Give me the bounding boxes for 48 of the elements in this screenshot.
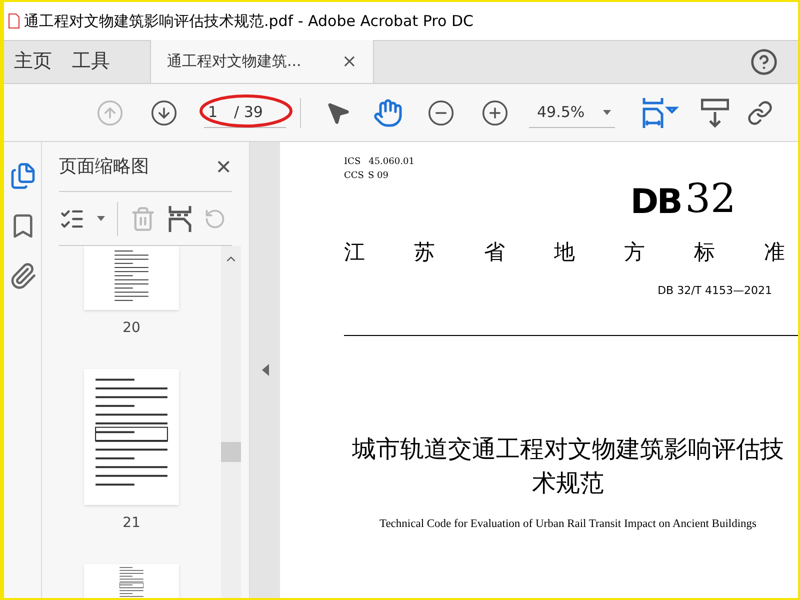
page-thumbnail[interactable] (84, 369, 179, 505)
close-tab-button[interactable]: × (342, 48, 357, 75)
page-count: / 39 (234, 102, 263, 123)
heading-character: 标 (694, 239, 715, 266)
logo-number: 32 (685, 179, 736, 219)
zoom-dropdown[interactable]: 49.5% (529, 98, 615, 128)
paperclip-icon[interactable] (8, 262, 36, 290)
page-number: 21 (122, 514, 140, 533)
hand-icon[interactable] (373, 98, 403, 128)
caret-icon[interactable] (97, 216, 105, 221)
logo-letters: DB (630, 185, 682, 219)
next-page-icon[interactable] (150, 98, 178, 126)
ccs-code: S 09 (368, 170, 388, 182)
pages-icon[interactable] (8, 162, 36, 190)
tab[interactable]: 主页 (4, 40, 62, 83)
heading-character: 江 (344, 239, 365, 266)
scroll-mode-icon[interactable] (701, 98, 729, 128)
document-title: 城市轨道交通工程对文物建筑影响评估技术规范 (351, 434, 785, 499)
document-subtitle: Technical Code for Evaluation of Urban Rail Transit Impact on Ancient Buildings (379, 517, 757, 532)
panel-title: 页面缩略图 (59, 155, 149, 179)
scrollbar-thumb[interactable] (221, 442, 241, 462)
standard-code: DB 32/T 4153—2021 (658, 282, 772, 298)
window-title: 通工程对文物建筑影响评估技术规范.pdf - Adobe Acrobat Pro DC (24, 10, 474, 32)
ics-code: 45.060.01 (368, 156, 414, 169)
tab[interactable]: 工具 (62, 40, 120, 83)
heading-character: 苏 (414, 239, 435, 266)
ics-label: ICS (344, 156, 361, 169)
heading-character: 地 (554, 239, 575, 266)
page-number-field[interactable]: 1 (204, 100, 234, 124)
scrollbar[interactable] (221, 246, 241, 598)
link-icon[interactable] (747, 100, 773, 126)
pdf-file-icon (8, 13, 20, 29)
zoom-out-icon[interactable] (427, 98, 455, 126)
heading-character: 省 (484, 239, 505, 266)
help-icon[interactable] (750, 48, 778, 76)
zoom-in-icon[interactable] (481, 98, 509, 126)
fit-page-icon[interactable] (641, 96, 681, 128)
caret-icon (603, 110, 611, 114)
heading-character: 方 (624, 239, 645, 266)
ccs-label: CCS (344, 170, 364, 182)
page-number: 20 (122, 319, 140, 338)
tab[interactable]: 通工程对文物建筑... × (150, 40, 374, 83)
split-page-icon[interactable] (168, 204, 192, 232)
collapse-arrow-icon[interactable] (262, 364, 268, 376)
page-thumbnail[interactable] (84, 246, 179, 310)
heading-character: 准 (764, 239, 785, 266)
close-panel-button[interactable]: ✕ (215, 152, 232, 182)
page-thumbnail[interactable] (84, 564, 179, 598)
